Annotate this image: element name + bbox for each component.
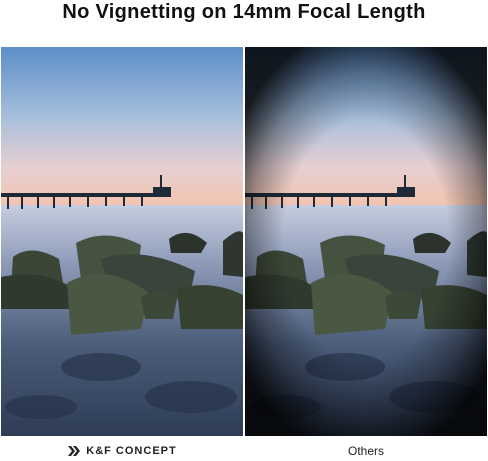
kf-logo-icon (68, 446, 81, 456)
brand-caption: K&F CONCEPT (1, 441, 243, 461)
seascape-image (1, 47, 243, 436)
seascape-image (245, 47, 487, 436)
others-caption: Others (245, 441, 487, 461)
comparison-photo-kf (1, 47, 243, 436)
page-title: No Vignetting on 14mm Focal Length (62, 1, 426, 23)
others-label: Others (347, 444, 384, 458)
brand-name: K&F CONCEPT (86, 445, 177, 457)
brand-label: K&F CONCEPT (67, 445, 176, 457)
comparison-photo-others (245, 47, 487, 436)
